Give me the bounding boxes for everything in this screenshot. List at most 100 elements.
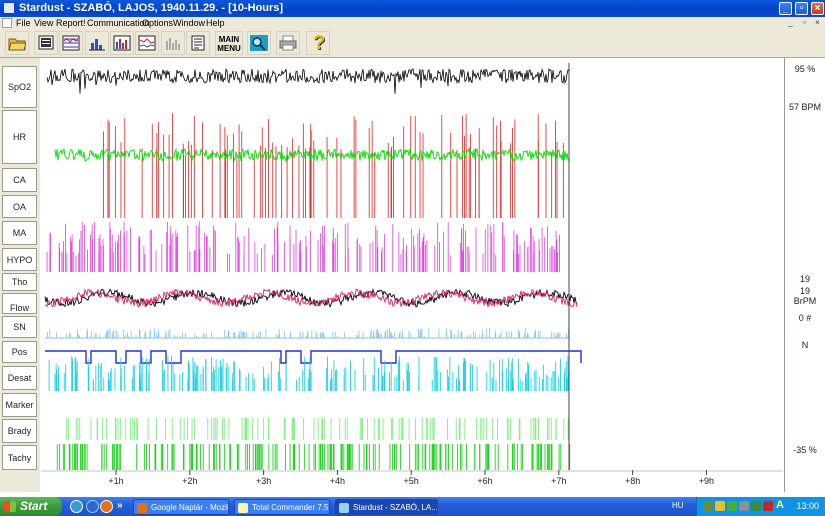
tachy-value: -35 % [793,445,817,455]
menu-view[interactable]: View [34,17,53,29]
channel-label-spo2[interactable]: SpO2 [2,66,37,108]
hr-trace [54,147,570,163]
menu-file[interactable]: File [16,17,31,29]
hr-value: 57 BPM [788,102,821,112]
system-tray: A 13:00 [696,497,825,516]
report-icon [191,35,205,51]
bar-chart-icon [89,39,105,51]
firefox-icon[interactable] [100,500,113,513]
minimize-button[interactable]: _ [779,2,792,15]
time-label: +2h [182,476,197,486]
main-menu-button[interactable]: MAIN MENU [215,31,243,55]
channel-label-hypo[interactable]: HYPO [2,248,37,271]
sn-value: 0 # [798,313,812,323]
menu-options[interactable]: Options [142,17,173,29]
time-label: +7h [551,476,566,486]
channel-label-oa[interactable]: OA [2,195,37,218]
quicklaunch-more-icon[interactable]: » [117,500,123,511]
close-button[interactable]: × [811,2,824,15]
spo2-trace [46,67,570,94]
tho-value: 19 [799,274,810,284]
search-button[interactable] [247,31,271,55]
alert-icon[interactable] [763,501,773,511]
signal-plot[interactable]: +1h +2h +3h +4h +5h +6h +7h +8h +9h [41,58,783,492]
open-button[interactable] [5,31,29,55]
toolbar: MAIN MENU ? [0,29,825,58]
task-label-stardust: Stardust - SZABÓ, LA... [353,503,438,512]
clock: 13:00 [796,501,819,511]
window-title: Stardust - SZABÓ, LAJOS, 1940.11.29. - [… [19,2,284,14]
help-button[interactable]: ? [306,31,330,55]
print-icon [279,35,297,51]
position-value: N [801,340,809,350]
child-close-button[interactable]: × [813,18,822,27]
time-label: +9h [699,476,714,486]
bar-chart-button[interactable] [85,31,109,55]
taskbar: Start » Google Naptár - Mozill... Total … [0,497,825,516]
channel-label-column: SpO2 HR CA OA MA HYPO Tho Flow SN Pos De… [0,58,40,492]
channel-label-ma[interactable]: MA [2,221,37,245]
open-folder-icon [8,38,26,51]
child-restore-button[interactable]: ▫ [800,18,809,27]
shield-icon[interactable] [715,501,725,511]
channel-label-ca[interactable]: CA [2,168,37,192]
child-minimize-button[interactable]: _ [786,18,795,27]
channel-label-flow[interactable]: Flow [2,293,37,314]
monitor-button[interactable] [34,31,58,55]
channel-label-hr[interactable]: HR [2,110,37,164]
update-icon[interactable] [751,501,761,511]
volume-icon[interactable] [739,501,749,511]
channel-label-desat[interactable]: Desat [2,366,37,390]
show-desktop-icon[interactable] [70,500,83,513]
channel-label-tho[interactable]: Tho [2,273,37,291]
channel-label-brady[interactable]: Brady [2,419,37,443]
stats-chart-icon [138,35,156,51]
taskbar-item-stardust[interactable]: Stardust - SZABÓ, LA... [335,499,438,515]
stardust-icon [339,503,349,513]
antivirus-icon[interactable] [727,501,737,511]
ie-icon[interactable] [86,500,99,513]
menu-communication[interactable]: Communication [87,17,150,29]
multi-chart-icon [62,35,80,51]
channel-label-pos[interactable]: Pos [2,341,37,363]
task-label-total-commander: Total Commander 7.5... [252,503,330,512]
taskbar-item-firefox[interactable]: Google Naptár - Mozill... [133,499,229,515]
menu-report[interactable]: Report! [56,17,86,29]
app-icon[interactable] [3,2,15,14]
menu-window[interactable]: Window [173,17,205,29]
current-values-panel: 95 % 57 BPM 19 19 BrPM 0 # N -35 % [784,58,825,492]
font-icon[interactable]: A [776,499,784,511]
taskbar-item-total-commander[interactable]: Total Commander 7.5... [234,499,330,515]
stats-chart-button[interactable] [135,31,159,55]
time-label: +4h [330,476,345,486]
position-trace [45,350,582,364]
firefox-task-icon [137,503,147,513]
spo2-value: 95 % [794,64,816,74]
flow-unit: BrPM [793,296,817,306]
print-button[interactable] [276,31,300,55]
maximize-button[interactable]: ▫ [795,2,808,15]
language-indicator[interactable]: HU [672,501,684,510]
windows-flag-icon [4,501,16,512]
channel-label-sn[interactable]: SN [2,316,37,338]
channel-label-tachy[interactable]: Tachy [2,445,37,470]
time-label: +8h [625,476,640,486]
document-icon[interactable] [2,18,12,28]
menu-help[interactable]: Help [206,17,225,29]
time-label: +3h [256,476,271,486]
flow-value: 19 [799,286,810,296]
time-label: +6h [477,476,492,486]
trend-chart-button[interactable] [110,31,134,55]
channel-label-marker[interactable]: Marker [2,393,37,417]
disabled-chart-button[interactable] [161,31,185,55]
report-button[interactable] [186,31,210,55]
start-button[interactable]: Start [0,497,62,516]
menu-bar: File View Report! Communication Options … [0,17,825,29]
search-icon [250,35,268,51]
main-menu-label-1: MAIN [218,35,240,44]
time-label: +1h [108,476,123,486]
network-icon[interactable] [703,501,713,511]
title-bar: Stardust - SZABÓ, LAJOS, 1940.11.29. - [… [0,0,825,17]
multi-channel-button[interactable] [59,31,83,55]
total-commander-icon [238,503,248,513]
